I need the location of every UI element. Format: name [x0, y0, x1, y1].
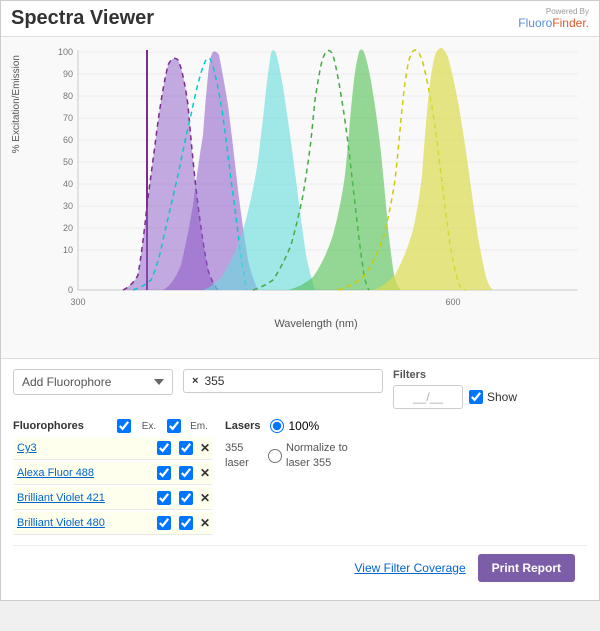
- fluoro-alexa488-em-checkbox[interactable]: [179, 466, 193, 480]
- svg-text:30: 30: [63, 201, 73, 211]
- laser-355-label: 355laser: [225, 441, 260, 472]
- filter-container: Filters Show: [393, 369, 517, 409]
- spectra-chart: 100 90 80 70 60 50 40 30 20 10: [43, 45, 583, 315]
- fluoro-col-name-header: Fluorophores: [13, 420, 113, 432]
- svg-text:600: 600: [445, 297, 460, 307]
- laser-355-row: 355laser Normalize tolaser 355: [225, 441, 587, 472]
- fluoro-bv480-em-checkbox[interactable]: [179, 516, 193, 530]
- fluoro-table-header: Fluorophores Ex. Em.: [13, 419, 213, 433]
- laser-100-radio[interactable]: [270, 419, 284, 433]
- svg-text:100: 100: [58, 47, 73, 57]
- laser-100-container: 100%: [270, 419, 319, 433]
- bottom-panels: Fluorophores Ex. Em. Cy3 ✕ Alexa Fluor 4…: [13, 419, 587, 537]
- laser-panel: Lasers 100% 355laser Normalize tolaser 3…: [225, 419, 587, 537]
- header: Spectra Viewer Powered By FluoroFinder.: [1, 1, 599, 37]
- fluoro-ex-all-checkbox[interactable]: [117, 419, 131, 433]
- filter-show-checkbox[interactable]: [469, 390, 483, 404]
- fluoro-row-alexa488: Alexa Fluor 488 ✕: [13, 462, 213, 485]
- svg-text:50: 50: [63, 157, 73, 167]
- fluoro-name-bv421[interactable]: Brilliant Violet 421: [17, 492, 153, 504]
- fluoro-bv480-ex-checkbox[interactable]: [157, 516, 171, 530]
- svg-text:40: 40: [63, 179, 73, 189]
- powered-by-text: Powered By: [546, 7, 589, 16]
- fluoro-bv421-delete[interactable]: ✕: [197, 491, 213, 505]
- fluoro-alexa488-ex-checkbox[interactable]: [157, 466, 171, 480]
- laser-panel-header: Lasers 100%: [225, 419, 587, 433]
- filter-range-input[interactable]: [393, 385, 463, 409]
- svg-text:10: 10: [63, 245, 73, 255]
- y-axis-label: % Excitation/Emission: [11, 55, 22, 153]
- footer: View Filter Coverage Print Report: [13, 545, 587, 590]
- fluoro-bv421-em-checkbox[interactable]: [179, 491, 193, 505]
- laser-100-label: 100%: [288, 419, 319, 433]
- fluoro-name-bv480[interactable]: Brilliant Violet 480: [17, 517, 153, 529]
- laser-normalize-radio[interactable]: [268, 449, 282, 463]
- x-axis-label: Wavelength (nm): [43, 318, 589, 334]
- print-report-button[interactable]: Print Report: [478, 554, 575, 582]
- logo-finder-text: Finder: [552, 16, 585, 30]
- logo: FluoroFinder.: [518, 16, 589, 30]
- chart-area: % Excitation/Emission 100 90 80 70 60 50: [1, 37, 599, 359]
- filters-label: Filters: [393, 369, 426, 381]
- fluoro-bv480-delete[interactable]: ✕: [197, 516, 213, 530]
- fluoro-col-ex-header: Ex.: [135, 421, 163, 432]
- svg-text:0: 0: [68, 285, 73, 295]
- svg-text:70: 70: [63, 113, 73, 123]
- filter-show-container: Show: [469, 390, 517, 404]
- svg-text:80: 80: [63, 91, 73, 101]
- laser-wavelength-input[interactable]: [204, 374, 324, 388]
- fluorophore-panel: Fluorophores Ex. Em. Cy3 ✕ Alexa Fluor 4…: [13, 419, 213, 537]
- add-fluorophore-select[interactable]: Add Fluorophore: [13, 369, 173, 395]
- logo-fluoro-text: Fluoro: [518, 16, 552, 30]
- fluoro-cy3-em-checkbox[interactable]: [179, 441, 193, 455]
- fluoro-cy3-delete[interactable]: ✕: [197, 441, 213, 455]
- laser-input-container: ×: [183, 369, 383, 393]
- fluoro-bv421-ex-checkbox[interactable]: [157, 491, 171, 505]
- fluoro-col-em-header: Em.: [185, 421, 213, 432]
- fluoro-row-bv421: Brilliant Violet 421 ✕: [13, 487, 213, 510]
- lasers-label: Lasers: [225, 420, 260, 432]
- fluoro-cy3-ex-checkbox[interactable]: [157, 441, 171, 455]
- svg-text:20: 20: [63, 223, 73, 233]
- controls-top-row: Add Fluorophore × Filters Show: [13, 369, 587, 409]
- filter-show-label: Show: [487, 390, 517, 404]
- chart-wrapper: % Excitation/Emission 100 90 80 70 60 50: [11, 45, 589, 354]
- svg-text:90: 90: [63, 69, 73, 79]
- laser-x-button[interactable]: ×: [192, 375, 198, 387]
- view-filter-coverage-link[interactable]: View Filter Coverage: [354, 561, 465, 575]
- laser-normalize-label: Normalize tolaser 355: [286, 441, 348, 472]
- fluoro-name-alexa488[interactable]: Alexa Fluor 488: [17, 467, 153, 479]
- app-container: Spectra Viewer Powered By FluoroFinder. …: [0, 0, 600, 601]
- svg-text:60: 60: [63, 135, 73, 145]
- logo-container: Powered By FluoroFinder.: [518, 7, 589, 30]
- fluoro-name-cy3[interactable]: Cy3: [17, 442, 153, 454]
- controls-area: Add Fluorophore × Filters Show: [1, 359, 599, 600]
- fluoro-row-cy3: Cy3 ✕: [13, 437, 213, 460]
- fluoro-row-bv480: Brilliant Violet 480 ✕: [13, 512, 213, 535]
- logo-dot-text: .: [586, 16, 589, 30]
- svg-text:300: 300: [70, 297, 85, 307]
- fluoro-alexa488-delete[interactable]: ✕: [197, 466, 213, 480]
- fluoro-em-all-checkbox[interactable]: [167, 419, 181, 433]
- laser-normalize-container: Normalize tolaser 355: [268, 441, 348, 472]
- app-title: Spectra Viewer: [11, 7, 154, 30]
